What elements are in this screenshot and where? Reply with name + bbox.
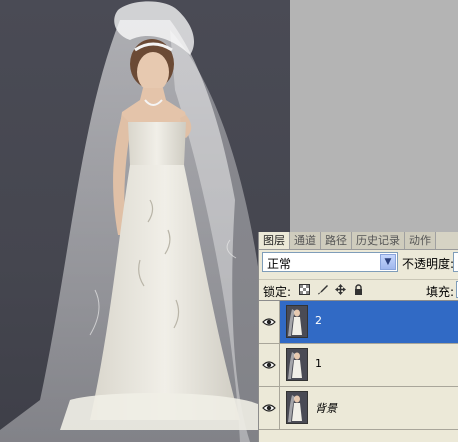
fill-label: 填充: [426,285,455,299]
layer-name[interactable]: 背景 [315,400,337,416]
layer-thumbnail [286,348,308,381]
visibility-toggle[interactable] [259,301,280,343]
checker-icon[interactable] [299,284,310,295]
tab-layers[interactable]: 图层 [259,232,290,249]
opacity-input[interactable] [453,252,458,272]
visibility-toggle[interactable] [259,387,280,429]
layer-row-2[interactable]: 2 [259,301,458,344]
eye-icon [262,318,276,326]
panel-tabs: 图层 通道 路径 历史记录 动作 [259,232,458,250]
blend-row: 正常 ▼ 不透明度: [259,252,458,274]
layers-list: 2 1 背景 [259,300,458,442]
tab-actions[interactable]: 动作 [405,232,436,249]
layer-thumbnail [286,305,308,338]
canvas-photo[interactable] [0,0,290,442]
layer-thumbnail [286,391,308,424]
layer-row-background[interactable]: 背景 [259,387,458,430]
visibility-toggle[interactable] [259,344,280,386]
move-icon[interactable] [335,284,346,295]
layer-name[interactable]: 1 [315,357,322,370]
tab-history[interactable]: 历史记录 [352,232,405,249]
eye-icon [262,404,276,412]
lock-row: 锁定: 填充: [259,279,458,300]
layers-panel: 图层 通道 路径 历史记录 动作 正常 ▼ 不透明度: 锁定: 填充: 2 1 … [258,232,458,442]
eye-icon [262,361,276,369]
blend-mode-value: 正常 [267,257,292,271]
brush-icon[interactable] [317,284,328,295]
blend-mode-select[interactable]: 正常 ▼ [262,252,398,272]
padlock-icon[interactable] [353,284,364,295]
tab-paths[interactable]: 路径 [321,232,352,249]
bride-photo [0,1,275,442]
tab-channels[interactable]: 通道 [290,232,321,249]
layer-name[interactable]: 2 [315,314,322,327]
lock-label: 锁定: [263,285,292,299]
chevron-down-icon[interactable]: ▼ [380,254,396,270]
layer-row-1[interactable]: 1 [259,344,458,387]
opacity-label: 不透明度: [402,257,455,271]
